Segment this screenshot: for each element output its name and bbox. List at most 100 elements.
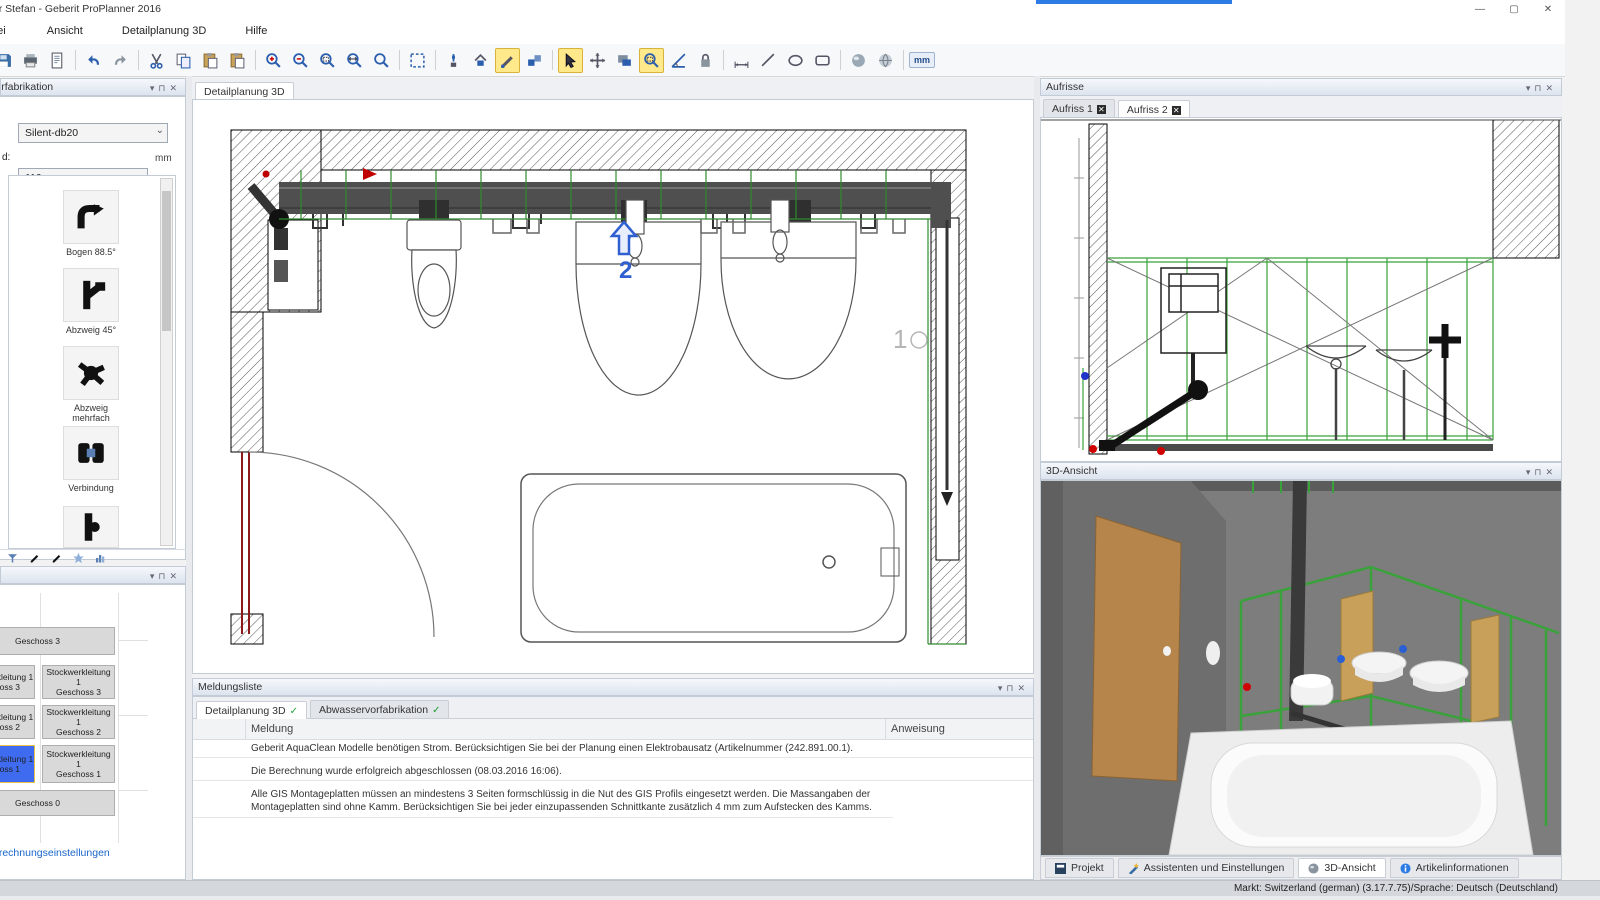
- zoom-window-icon[interactable]: [315, 48, 340, 73]
- riser-cell-r2c2[interactable]: Stockwerkleitung 1Geschoss 2: [42, 705, 115, 739]
- catalog-item-bogen[interactable]: Bogen 88.5°: [59, 190, 123, 257]
- connect-elements-icon[interactable]: [522, 48, 547, 73]
- catalog-item-partial[interactable]: [59, 506, 123, 548]
- maximize-button[interactable]: ▢: [1497, 0, 1531, 19]
- riser-cell-r3c2[interactable]: Stockwerkleitung 1Geschoss 1: [42, 745, 115, 783]
- column-anweisung[interactable]: Anweisung: [891, 723, 945, 735]
- move-element-icon[interactable]: [585, 48, 610, 73]
- catalog-item-abzweig45[interactable]: Abzweig 45°: [59, 268, 123, 335]
- aufriss-canvas[interactable]: [1040, 117, 1562, 462]
- close-tab-icon: ✕: [1097, 105, 1106, 114]
- display-mm-button[interactable]: mm: [909, 48, 935, 73]
- draw-line-icon[interactable]: [756, 48, 781, 73]
- bottom-strip: [0, 896, 1600, 900]
- zoom-selection-icon[interactable]: [639, 48, 664, 73]
- cross-fitting: [1429, 324, 1461, 358]
- selection-frame-icon[interactable]: [405, 48, 430, 73]
- draw-rectangle-icon[interactable]: [810, 48, 835, 73]
- tab-3d-ansicht[interactable]: 3D-Ansicht: [1298, 858, 1385, 878]
- filter-blue-icon[interactable]: [6, 552, 19, 564]
- riser-cell-r3c1-selected[interactable]: Stockwerkleitung 1Geschoss 1: [0, 745, 35, 783]
- menu-hilfe[interactable]: Hilfe: [235, 20, 277, 37]
- berechnungseinstellungen-link[interactable]: Berechnungseinstellungen: [0, 847, 110, 859]
- system-dropdown[interactable]: Silent-db20⌄: [18, 123, 168, 143]
- redo-icon[interactable]: [108, 48, 133, 73]
- render-sphere-icon[interactable]: [846, 48, 871, 73]
- menu-datei[interactable]: Datei: [0, 20, 16, 37]
- paste-icon[interactable]: [198, 48, 223, 73]
- dimension-icon[interactable]: [729, 48, 754, 73]
- plan-canvas[interactable]: 2 1: [192, 99, 1034, 674]
- star-blue-icon[interactable]: [72, 552, 85, 564]
- status-bar: Markt: Switzerland (german) (3.17.7.75)/…: [0, 880, 1600, 896]
- menu-detailplanung-3d[interactable]: Detailplanung 3D: [112, 20, 216, 37]
- paste-special-icon[interactable]: [225, 48, 250, 73]
- catalog-scrollbar[interactable]: [160, 178, 173, 546]
- tab-aufriss-1[interactable]: Aufriss 1✕: [1043, 99, 1115, 117]
- zoom-previous-icon[interactable]: [369, 48, 394, 73]
- sphere-icon: [1308, 863, 1319, 874]
- draw-node-icon[interactable]: [441, 48, 466, 73]
- messages-panel-window-buttons[interactable]: ▾⊓✕: [998, 680, 1029, 697]
- catalog-list: Bogen 88.5° Abzweig 45° Abzweig mehrfach…: [8, 175, 176, 549]
- measure-angle-icon[interactable]: [666, 48, 691, 73]
- messages-tab-detailplanung[interactable]: Detailplanung 3D✓: [196, 701, 307, 719]
- chart-blue-icon[interactable]: [94, 552, 107, 564]
- strang-panel-body: Geschoss 3 Stockwerkleitung 1Geschoss 3 …: [0, 584, 186, 880]
- catalog-item-verbindung[interactable]: Verbindung: [59, 426, 123, 493]
- plan-tab[interactable]: Detailplanung 3D: [195, 82, 294, 100]
- lock-element-icon[interactable]: [693, 48, 718, 73]
- aufrisse-panel-window-buttons[interactable]: ▾⊓✕: [1526, 80, 1557, 97]
- pen-black2-icon[interactable]: [50, 552, 63, 564]
- status-market-language: Markt: Switzerland (german) (3.17.7.75)/…: [1234, 883, 1558, 894]
- prefab-panel-window-buttons[interactable]: ▾⊓✕: [150, 80, 181, 96]
- align-elements-icon[interactable]: [612, 48, 637, 73]
- copy-icon[interactable]: [171, 48, 196, 73]
- pen-black-icon[interactable]: [28, 552, 41, 564]
- tab-artikelinformationen[interactable]: Artikelinformationen: [1390, 858, 1519, 878]
- svg-text:1: 1: [893, 324, 907, 354]
- zoom-out-icon[interactable]: [288, 48, 313, 73]
- render-sphere-alt-icon[interactable]: [873, 48, 898, 73]
- view3d-panel-header: 3D-Ansicht ▾⊓✕: [1040, 462, 1562, 480]
- save-icon[interactable]: [0, 48, 16, 73]
- cut-icon[interactable]: [144, 48, 169, 73]
- main-toolbar: mm: [0, 44, 1565, 77]
- print-icon[interactable]: [18, 48, 43, 73]
- riser-cell-r1c1[interactable]: Stockwerkleitung 1Geschoss 3: [0, 665, 35, 699]
- riser-cell-r1c2[interactable]: Stockwerkleitung 1Geschoss 3: [42, 665, 115, 699]
- message-row[interactable]: Alle GIS Montageplatten müssen an mindes…: [193, 785, 893, 818]
- menu-ansicht[interactable]: Ansicht: [37, 20, 93, 37]
- riser-cell-r2c1[interactable]: Stockwerkleitung 1Geschoss 2: [0, 705, 35, 739]
- place-anchor-icon[interactable]: [468, 48, 493, 73]
- export-document-icon[interactable]: [45, 48, 70, 73]
- view3d-canvas[interactable]: [1040, 480, 1562, 856]
- floor-cell-bottom[interactable]: Geschoss 0: [0, 790, 115, 816]
- messages-tab-abwasservorfabrikation[interactable]: Abwasservorfabrikation✓: [310, 700, 450, 718]
- select-pointer-icon[interactable]: [558, 48, 583, 73]
- diameter-label: d:: [2, 152, 10, 163]
- message-row[interactable]: Geberit AquaClean Modelle benötigen Stro…: [193, 739, 1033, 758]
- svg-text:2: 2: [619, 257, 632, 284]
- washbasin1-symbol: [576, 200, 701, 395]
- view3d-panel-window-buttons[interactable]: ▾⊓✕: [1526, 464, 1557, 481]
- catalog-item-abzweig-mehrfach[interactable]: Abzweig mehrfach: [59, 346, 123, 423]
- plan-tabrow: Detailplanung 3D: [192, 78, 1034, 100]
- floor-cell-top[interactable]: Geschoss 3: [0, 627, 115, 655]
- tab-aufriss-2[interactable]: Aufriss 2✕: [1118, 100, 1190, 118]
- menu-bar: Datei Ansicht Detailplanung 3D Hilfe: [0, 20, 1565, 45]
- message-row[interactable]: Die Berechnung wurde erfolgreich abgesch…: [193, 762, 1033, 781]
- strang-panel-window-buttons[interactable]: ▾⊓✕: [150, 568, 181, 585]
- view3d-panel-title: 3D-Ansicht: [1046, 465, 1097, 477]
- column-meldung[interactable]: Meldung: [251, 723, 293, 735]
- tab-projekt[interactable]: Projekt: [1045, 858, 1114, 878]
- draw-ellipse-icon[interactable]: [783, 48, 808, 73]
- bathtub-symbol: [521, 474, 906, 642]
- zoom-extents-icon[interactable]: [342, 48, 367, 73]
- zoom-in-icon[interactable]: [261, 48, 286, 73]
- tab-assistenten[interactable]: Assistenten und Einstellungen: [1118, 858, 1295, 878]
- undo-icon[interactable]: [81, 48, 106, 73]
- edit-points-icon[interactable]: [495, 48, 520, 73]
- close-button[interactable]: ✕: [1531, 0, 1565, 19]
- minimize-button[interactable]: —: [1463, 0, 1497, 19]
